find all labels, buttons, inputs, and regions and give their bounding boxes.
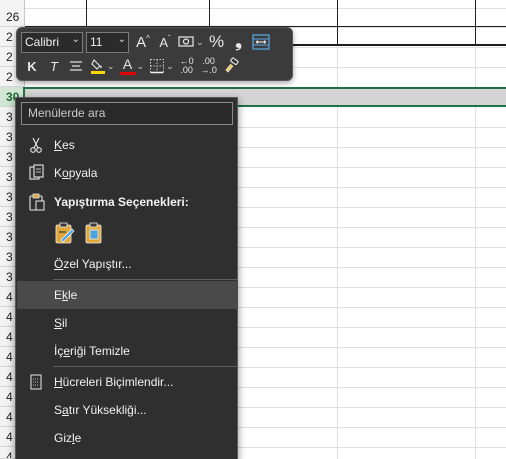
chevron-down-icon: ⌄ [71, 33, 80, 45]
font-color-glyph: A [122, 56, 133, 72]
italic-icon[interactable]: T [43, 55, 65, 77]
menu-item-format-cells[interactable]: Hücreleri Biçimlendir... [17, 368, 238, 396]
align-center-icon[interactable] [65, 55, 87, 77]
percent-glyph: % [208, 32, 225, 51]
menu-item-copy[interactable]: Kopyala [17, 159, 238, 187]
font-size-value: 11 [90, 35, 103, 49]
accounting-format-icon[interactable] [176, 31, 198, 53]
bold-icon[interactable]: K [21, 55, 43, 77]
menu-item-hide[interactable]: Gizle [17, 424, 238, 452]
cell-border [86, 0, 87, 27]
italic-glyph: T [50, 58, 58, 74]
decrease-decimal-icon[interactable]: .00 →.0 [198, 55, 220, 77]
paste-formulas-icon[interactable] [54, 222, 76, 244]
font-color-icon[interactable]: A [117, 55, 139, 77]
paste-icon[interactable] [83, 222, 105, 244]
grow-font-icon[interactable]: A ^ [132, 31, 154, 53]
menu-search-input[interactable]: Menülerde ara [21, 102, 233, 125]
menu-item-label: Ekle [54, 288, 78, 302]
menu-item-label: Kes [54, 138, 75, 152]
cell-border [293, 44, 506, 46]
context-menu: Menülerde ara Kes Kopyala Yapıştırma Seç… [15, 97, 238, 459]
menu-item-label: Hücreleri Biçimlendir... [54, 375, 174, 389]
chevron-down-icon: ⌄ [117, 33, 126, 45]
grid-line [475, 0, 476, 459]
menu-separator [53, 366, 238, 367]
menu-item-label: Özel Yapıştır... [54, 257, 132, 271]
menu-item-clear-contents[interactable]: İçeriği Temizle [17, 337, 238, 365]
menu-item-paste-special[interactable]: Özel Yapıştır... [17, 250, 238, 278]
shrink-font-icon[interactable]: Aˇ [154, 31, 176, 53]
comma-style-icon[interactable]: ❟ [228, 31, 250, 53]
menu-item-row-height[interactable]: Satır Yüksekliği... [17, 396, 238, 424]
cell-border [475, 0, 476, 46]
cell-border [337, 0, 338, 46]
menu-item-label: Gizle [54, 431, 82, 445]
format-painter-icon[interactable] [220, 55, 242, 77]
shrink-font-glyph: A [159, 34, 168, 50]
row-header[interactable]: 26 [0, 7, 25, 27]
scissors-icon [28, 136, 46, 154]
fill-color-swatch [91, 71, 105, 74]
decrease-decimal-bottom: →.0 [200, 65, 217, 75]
increase-decimal-bottom: .00 [180, 65, 193, 75]
format-cells-icon [28, 373, 46, 391]
copy-icon [28, 164, 46, 182]
menu-item-cut[interactable]: Kes [17, 131, 238, 159]
grow-font-glyph: A [136, 33, 147, 51]
paste-options-header: Yapıştırma Seçenekleri: [17, 188, 238, 216]
menu-item-insert[interactable]: Ekle [17, 281, 238, 309]
font-name-combo[interactable]: Calibri ⌄ [21, 31, 83, 53]
font-size-combo[interactable]: 11 ⌄ [86, 31, 129, 53]
menu-item-label: Yapıştırma Seçenekleri: [54, 195, 189, 209]
cell-border [209, 0, 210, 27]
fill-color-icon[interactable] [87, 55, 109, 77]
borders-icon[interactable] [146, 55, 168, 77]
comma-glyph: ❟ [235, 32, 242, 51]
clipboard-icon [28, 193, 46, 211]
grid-line [25, 8, 506, 9]
menu-item-delete[interactable]: Sil [17, 309, 238, 337]
merge-center-icon[interactable] [250, 31, 272, 53]
menu-item-label: Kopyala [54, 166, 98, 180]
bold-glyph: K [27, 58, 37, 74]
row-header-partial [0, 0, 25, 7]
menu-separator [53, 279, 238, 280]
menu-item-label: Satır Yüksekliği... [54, 403, 147, 417]
increase-decimal-icon[interactable]: ←0 .00 [176, 55, 198, 77]
grid-line [337, 0, 338, 459]
menu-item-label: İçeriği Temizle [54, 344, 130, 358]
mini-toolbar: Calibri ⌄ 11 ⌄ A ^ Aˇ ⌄ % ❟ K T ⌄ A ⌄ ⌄ … [16, 27, 293, 81]
font-color-swatch [119, 72, 136, 75]
percent-icon[interactable]: % [206, 31, 228, 53]
font-name-value: Calibri [25, 35, 60, 49]
menu-item-label: Sil [54, 316, 68, 330]
